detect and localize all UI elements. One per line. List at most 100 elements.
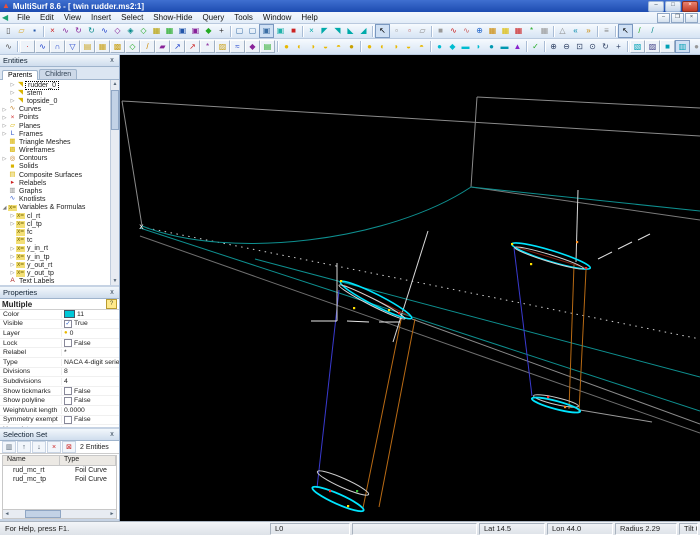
select-pointer-icon[interactable]: ↖	[375, 24, 390, 38]
corner-nw-icon[interactable]: ◤	[318, 25, 331, 37]
help-icon[interactable]: ?	[106, 299, 117, 309]
measure-left-icon[interactable]: «	[569, 25, 582, 37]
tab-parents[interactable]: Parents	[2, 70, 39, 80]
property-value[interactable]: ● 0	[62, 330, 119, 337]
viewport-3d[interactable]: x	[120, 55, 700, 521]
prop-visible[interactable]: Visible ✓ True	[0, 319, 119, 330]
mdi-restore-button[interactable]: ❐	[671, 12, 684, 23]
expander-closed-icon[interactable]: ▷	[9, 90, 16, 96]
properties-close-icon[interactable]: x	[108, 289, 116, 296]
scroll-left-icon[interactable]: ◄	[3, 511, 11, 517]
scroll-down-icon[interactable]: ▼	[113, 277, 118, 285]
pick-pointer-icon[interactable]: ↖	[618, 24, 633, 38]
insert-plane-icon[interactable]: ◇	[125, 40, 140, 53]
show-all-icon[interactable]: ●	[280, 41, 293, 53]
checkbox-unchecked-icon[interactable]	[64, 415, 72, 424]
insert-arc-icon[interactable]: ∩	[50, 40, 65, 53]
display-wire-icon[interactable]: ▧	[630, 40, 645, 53]
project-icon[interactable]: ◇	[137, 25, 150, 37]
tree-item-label[interactable]: y_out_tp	[25, 270, 56, 277]
table-green-icon[interactable]: ▦	[163, 25, 176, 37]
zoom-out-icon[interactable]: ⊖	[560, 41, 573, 53]
clear-all-icon[interactable]: ⊠	[62, 441, 76, 453]
tree-item-label[interactable]: Wireframes	[17, 147, 57, 154]
tree-item-label[interactable]: Frames	[17, 131, 45, 138]
prop-subdivisions[interactable]: Subdivisions 4	[0, 377, 119, 387]
mdi-minimize-button[interactable]: ‒	[657, 12, 670, 23]
property-value[interactable]: False	[62, 396, 119, 405]
tree-item-y_out_tp[interactable]: ▷ x= y_out_tp	[0, 269, 110, 277]
color-swatch[interactable]	[64, 310, 75, 319]
options-icon[interactable]: ≡	[600, 25, 613, 37]
pan-view-icon[interactable]: +	[612, 41, 625, 53]
property-value[interactable]: False	[62, 415, 119, 424]
prop-lock[interactable]: Lock False	[0, 339, 119, 349]
expander-closed-icon[interactable]: ▷	[9, 270, 16, 276]
add-icon[interactable]: +	[215, 25, 228, 37]
display-solid-icon[interactable]: ■	[660, 40, 675, 53]
tree-item-label[interactable]: Relabels	[17, 180, 48, 187]
tree-item-label[interactable]: stem	[25, 90, 44, 97]
box-purple-icon[interactable]: ▣	[189, 25, 202, 37]
menu-edit[interactable]: Edit	[35, 13, 59, 22]
tree-item-y_in_rt[interactable]: ▷ x= y_in_rt	[0, 245, 110, 253]
scroll-thumb[interactable]	[111, 90, 119, 130]
expander-closed-icon[interactable]: ▷	[9, 82, 16, 88]
verify-icon[interactable]: ✓	[529, 41, 542, 53]
expander-closed-icon[interactable]: ▷	[1, 123, 8, 129]
entities-scrollbar[interactable]: ▲ ▼	[110, 80, 119, 285]
menu-show-hide[interactable]: Show-Hide	[148, 13, 197, 22]
scroll-up-icon[interactable]: ▲	[113, 80, 118, 88]
mirror-icon[interactable]: ◈	[124, 25, 137, 37]
tree-item-label[interactable]: Triangle Meshes	[17, 139, 73, 146]
expander-closed-icon[interactable]: ▷	[9, 213, 16, 219]
column-header-name[interactable]: Name	[3, 456, 60, 465]
tree-item-knotlists[interactable]: ∿ Knotlists	[0, 196, 110, 204]
corner-ne-icon[interactable]: ◥	[331, 25, 344, 37]
tree-item-label[interactable]: Composite Surfaces	[17, 172, 84, 179]
measure-triangle-icon[interactable]: △	[556, 25, 569, 37]
tree-item-label[interactable]: Solids	[17, 163, 40, 170]
prop-relabel[interactable]: Relabel *	[0, 348, 119, 358]
show-layer-icon[interactable]: ◒	[402, 41, 415, 53]
menu-help[interactable]: Help	[296, 13, 322, 22]
property-value[interactable]: 8	[62, 368, 119, 375]
property-value[interactable]: NACA 4-digit series, ma	[62, 359, 119, 366]
tree-item-label[interactable]: y_out_rt	[25, 262, 54, 269]
tree-item-y_in_tp[interactable]: ▷ x= y_in_tp	[0, 253, 110, 261]
insert-bcurve-icon[interactable]: ▽	[65, 40, 80, 53]
prop-symmetry-exempt[interactable]: Symmetry exempt False	[0, 415, 119, 426]
view-window-red-icon[interactable]: ■	[287, 25, 300, 37]
view-profile-icon[interactable]: ◗	[472, 41, 485, 53]
tree-item-graphs[interactable]: ▥ Graphs	[0, 187, 110, 195]
rotate-copy-icon[interactable]: ↻	[85, 25, 98, 37]
mesh-orange-icon[interactable]: ▦	[486, 25, 499, 37]
prop-type[interactable]: TypeNACA 4-digit series, ma	[0, 358, 119, 368]
show-one-icon[interactable]: ◐	[293, 41, 306, 53]
tree-item-label[interactable]: y_in_rt	[25, 245, 50, 252]
tree-item-label[interactable]: Knotlists	[17, 196, 47, 203]
move-point-icon[interactable]: ∿	[59, 25, 72, 37]
tree-item-composite-surfaces[interactable]: ▤ Composite Surfaces	[0, 171, 110, 179]
tree-item-label[interactable]: cl_rt	[25, 213, 42, 220]
tree-item-rudder_0[interactable]: ▷ ◥ rudder_0	[0, 80, 110, 90]
insert-line-icon[interactable]: /	[140, 40, 155, 53]
prop-layer[interactable]: Layer ● 0	[0, 329, 119, 339]
pen-cyan-icon[interactable]: /	[646, 25, 659, 37]
insert-contour-icon[interactable]: ≈	[230, 40, 245, 53]
display-sphere-icon[interactable]: ●	[690, 41, 700, 53]
tree-item-triangle-meshes[interactable]: ▦ Triangle Meshes	[0, 138, 110, 146]
view-section-icon[interactable]: ▬	[498, 41, 511, 53]
tree-item-label[interactable]: fc	[25, 229, 34, 236]
tree-item-variables-formulas[interactable]: ◢ x= Variables & Formulas	[0, 204, 110, 212]
select-rect-icon[interactable]: ▫	[390, 25, 403, 37]
tree-item-wireframes[interactable]: ▩ Wireframes	[0, 147, 110, 155]
corner-sw-icon[interactable]: ◣	[344, 25, 357, 37]
snap-x-icon[interactable]: ×	[305, 25, 318, 37]
checkbox-checked-icon[interactable]: ✓	[64, 319, 72, 328]
tree-item-topside_0[interactable]: ▷ ◥ topside_0	[0, 97, 110, 105]
show-type-icon[interactable]: ◐	[376, 41, 389, 53]
zoom-in-icon[interactable]: ⊕	[547, 41, 560, 53]
hide-type-icon[interactable]: ◑	[389, 41, 402, 53]
menu-query[interactable]: Query	[197, 13, 229, 22]
